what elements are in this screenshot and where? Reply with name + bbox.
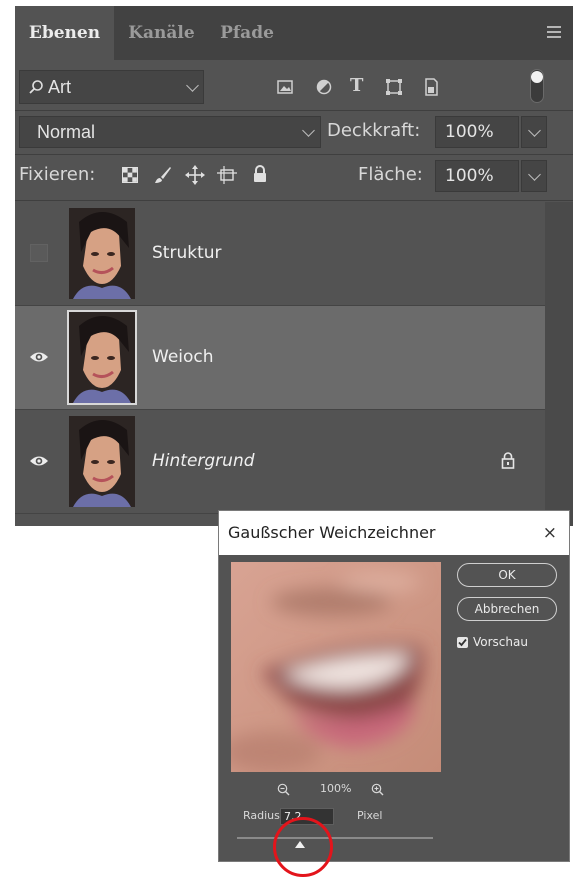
chevron-down-icon — [528, 168, 541, 181]
lock-image-pixels-icon[interactable] — [154, 166, 172, 184]
lock-all-icon[interactable] — [253, 165, 267, 183]
layer-thumbnail — [69, 208, 135, 299]
layer-row-weioch[interactable]: Weioch — [15, 306, 545, 410]
eye-icon — [30, 456, 48, 466]
layer-filter-select[interactable]: Art — [19, 70, 204, 104]
panel-menu-icon[interactable] — [547, 26, 561, 38]
layer-name[interactable]: Weioch — [152, 306, 214, 409]
layers-panel: Ebenen Kanäle Pfade Art T Normal Deckkra… — [15, 6, 573, 526]
filter-type-icon[interactable]: T — [350, 75, 363, 96]
layer-row-hintergrund[interactable]: Hintergrund — [15, 410, 545, 514]
filter-shape-icon[interactable] — [385, 78, 403, 96]
tab-pfade[interactable]: Pfade — [209, 6, 285, 60]
opacity-label: Deckkraft: — [327, 120, 421, 141]
radius-slider-track[interactable] — [237, 837, 433, 839]
filter-adjustment-icon[interactable] — [316, 79, 332, 95]
layers-scrollbar[interactable] — [545, 202, 573, 526]
blend-mode-select[interactable]: Normal — [19, 116, 321, 148]
lock-label: Fixieren: — [19, 164, 96, 185]
lock-icon — [501, 452, 515, 469]
tab-kanaele[interactable]: Kanäle — [114, 6, 209, 60]
blur-preview[interactable] — [231, 562, 441, 772]
ok-button[interactable]: OK — [457, 563, 557, 587]
fill-value: 100% — [445, 166, 494, 186]
radius-unit: Pixel — [357, 809, 383, 822]
panel-tab-bar: Ebenen Kanäle Pfade — [15, 6, 573, 60]
eye-icon — [30, 352, 48, 362]
layers-list: Struktur Weioch Hintergrund — [15, 202, 545, 526]
layer-filter-value: Art — [48, 77, 72, 97]
chevron-down-icon — [528, 124, 541, 137]
opacity-value: 100% — [445, 122, 494, 142]
tab-ebenen[interactable]: Ebenen — [15, 6, 114, 60]
fill-input[interactable]: 100% — [435, 160, 519, 192]
search-icon — [29, 80, 43, 94]
filter-toggle-switch[interactable] — [530, 69, 544, 103]
layer-name[interactable]: Struktur — [152, 202, 222, 305]
cancel-button[interactable]: Abbrechen — [457, 597, 557, 621]
zoom-controls: 100% — [231, 779, 441, 799]
lock-artboard-icon[interactable] — [217, 166, 237, 184]
dialog-title: Gaußscher Weichzeichner — [228, 523, 436, 542]
chevron-down-icon — [302, 124, 315, 137]
layer-thumbnail — [67, 310, 137, 405]
chevron-down-icon — [186, 79, 199, 92]
visibility-toggle[interactable] — [15, 202, 66, 305]
zoom-out-icon[interactable] — [277, 783, 290, 796]
radius-label: Radius: — [243, 809, 284, 822]
visibility-toggle[interactable] — [15, 410, 66, 513]
visibility-off-box — [30, 244, 48, 262]
layer-thumbnail — [69, 416, 135, 507]
opacity-input[interactable]: 100% — [435, 116, 519, 148]
preview-checkbox-label: Vorschau — [473, 635, 528, 649]
lock-transparent-pixels-icon[interactable] — [122, 167, 138, 183]
fill-dropdown-button[interactable] — [521, 160, 547, 192]
dialog-title-bar: Gaußscher Weichzeichner × — [219, 511, 569, 555]
checkmark-icon — [458, 638, 467, 647]
visibility-toggle[interactable] — [15, 306, 66, 409]
close-icon[interactable]: × — [543, 511, 557, 555]
zoom-value: 100% — [320, 782, 352, 795]
layer-name[interactable]: Hintergrund — [152, 410, 255, 513]
filter-smartobject-icon[interactable] — [424, 78, 439, 96]
layer-row-struktur[interactable]: Struktur — [15, 202, 545, 306]
opacity-dropdown-button[interactable] — [521, 116, 547, 148]
fill-label: Fläche: — [358, 164, 423, 185]
gaussian-blur-dialog: Gaußscher Weichzeichner × 100% OK Abbrec… — [218, 510, 570, 862]
checkbox-box[interactable] — [457, 637, 468, 648]
blend-mode-value: Normal — [37, 122, 96, 142]
highlight-circle — [273, 817, 333, 877]
lock-position-icon[interactable] — [185, 165, 205, 185]
filter-pixel-icon[interactable] — [277, 80, 293, 94]
zoom-in-icon[interactable] — [371, 783, 384, 796]
